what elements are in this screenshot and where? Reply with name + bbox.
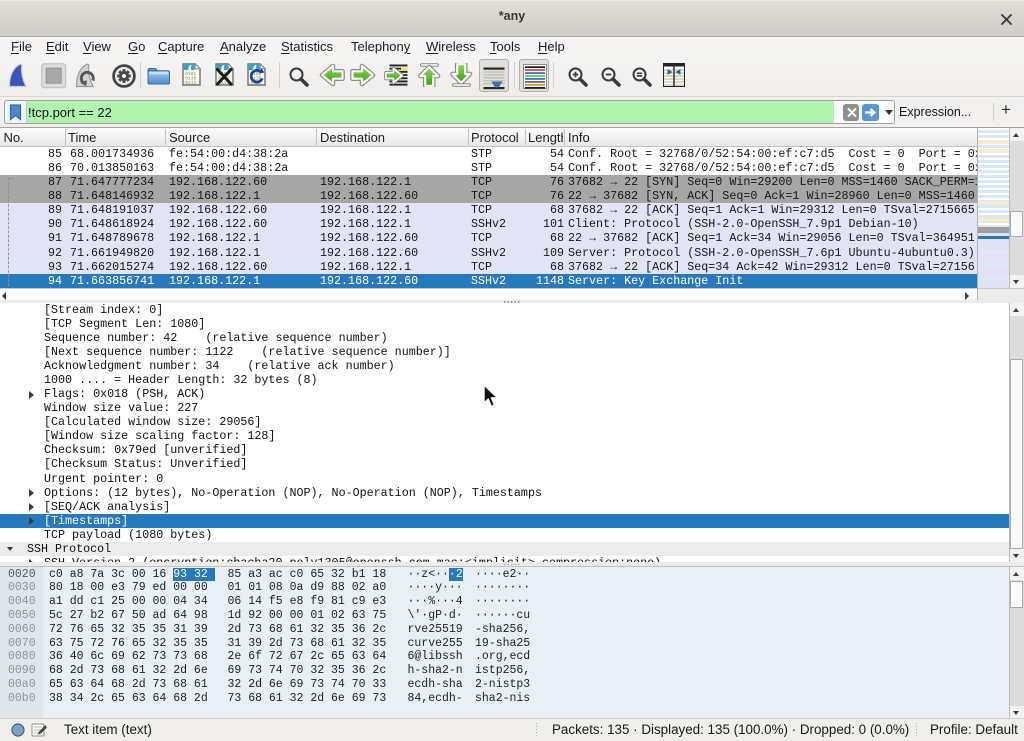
svg-text:0111: 0111 (185, 80, 196, 86)
